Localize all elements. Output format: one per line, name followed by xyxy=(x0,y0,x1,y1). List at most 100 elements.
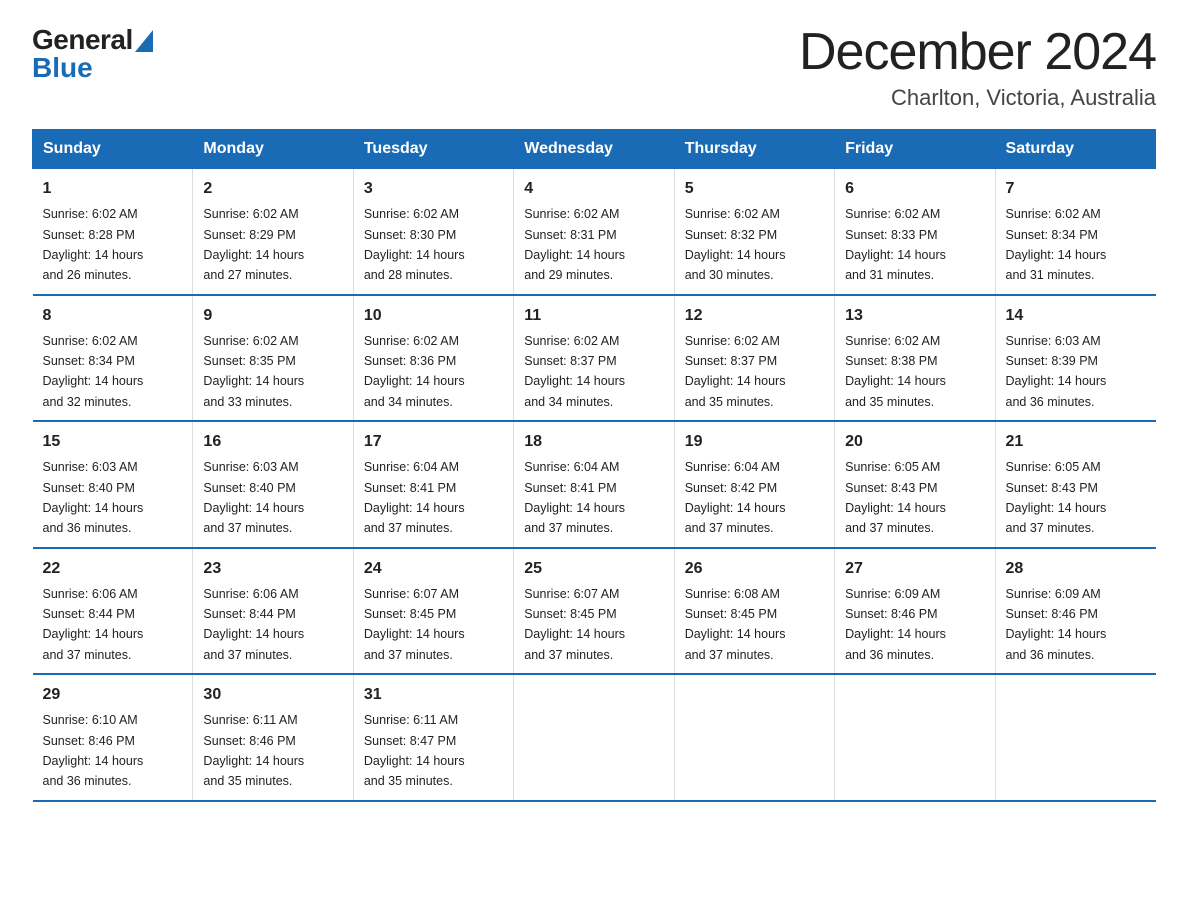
day-number: 7 xyxy=(1006,177,1146,201)
day-number: 26 xyxy=(685,557,824,581)
calendar-cell: 25 Sunrise: 6:07 AMSunset: 8:45 PMDaylig… xyxy=(514,548,674,675)
week-row-2: 8 Sunrise: 6:02 AMSunset: 8:34 PMDayligh… xyxy=(33,295,1156,422)
calendar-cell: 31 Sunrise: 6:11 AMSunset: 8:47 PMDaylig… xyxy=(353,674,513,801)
calendar-cell: 18 Sunrise: 6:04 AMSunset: 8:41 PMDaylig… xyxy=(514,421,674,548)
page-header: General Blue December 2024 Charlton, Vic… xyxy=(32,24,1156,111)
day-info: Sunrise: 6:02 AMSunset: 8:28 PMDaylight:… xyxy=(43,207,144,282)
header-thursday: Thursday xyxy=(674,130,834,169)
day-info: Sunrise: 6:04 AMSunset: 8:41 PMDaylight:… xyxy=(364,460,465,535)
calendar-cell: 24 Sunrise: 6:07 AMSunset: 8:45 PMDaylig… xyxy=(353,548,513,675)
calendar-cell: 11 Sunrise: 6:02 AMSunset: 8:37 PMDaylig… xyxy=(514,295,674,422)
day-info: Sunrise: 6:04 AMSunset: 8:41 PMDaylight:… xyxy=(524,460,625,535)
calendar-table: SundayMondayTuesdayWednesdayThursdayFrid… xyxy=(32,129,1156,802)
day-info: Sunrise: 6:02 AMSunset: 8:34 PMDaylight:… xyxy=(43,334,144,409)
day-info: Sunrise: 6:02 AMSunset: 8:33 PMDaylight:… xyxy=(845,207,946,282)
day-info: Sunrise: 6:02 AMSunset: 8:37 PMDaylight:… xyxy=(524,334,625,409)
logo: General Blue xyxy=(32,24,153,84)
header-saturday: Saturday xyxy=(995,130,1155,169)
day-info: Sunrise: 6:05 AMSunset: 8:43 PMDaylight:… xyxy=(1006,460,1107,535)
calendar-cell: 5 Sunrise: 6:02 AMSunset: 8:32 PMDayligh… xyxy=(674,169,834,295)
day-info: Sunrise: 6:07 AMSunset: 8:45 PMDaylight:… xyxy=(364,587,465,662)
day-number: 14 xyxy=(1006,304,1146,328)
day-number: 1 xyxy=(43,177,183,201)
calendar-cell: 4 Sunrise: 6:02 AMSunset: 8:31 PMDayligh… xyxy=(514,169,674,295)
day-number: 4 xyxy=(524,177,663,201)
day-info: Sunrise: 6:04 AMSunset: 8:42 PMDaylight:… xyxy=(685,460,786,535)
calendar-cell: 3 Sunrise: 6:02 AMSunset: 8:30 PMDayligh… xyxy=(353,169,513,295)
header-sunday: Sunday xyxy=(33,130,193,169)
week-row-5: 29 Sunrise: 6:10 AMSunset: 8:46 PMDaylig… xyxy=(33,674,1156,801)
calendar-header-row: SundayMondayTuesdayWednesdayThursdayFrid… xyxy=(33,130,1156,169)
title-block: December 2024 Charlton, Victoria, Austra… xyxy=(799,24,1156,111)
day-info: Sunrise: 6:09 AMSunset: 8:46 PMDaylight:… xyxy=(1006,587,1107,662)
day-info: Sunrise: 6:02 AMSunset: 8:29 PMDaylight:… xyxy=(203,207,304,282)
day-info: Sunrise: 6:02 AMSunset: 8:35 PMDaylight:… xyxy=(203,334,304,409)
week-row-4: 22 Sunrise: 6:06 AMSunset: 8:44 PMDaylig… xyxy=(33,548,1156,675)
day-info: Sunrise: 6:05 AMSunset: 8:43 PMDaylight:… xyxy=(845,460,946,535)
day-info: Sunrise: 6:02 AMSunset: 8:34 PMDaylight:… xyxy=(1006,207,1107,282)
day-number: 20 xyxy=(845,430,984,454)
day-info: Sunrise: 6:02 AMSunset: 8:30 PMDaylight:… xyxy=(364,207,465,282)
day-info: Sunrise: 6:03 AMSunset: 8:39 PMDaylight:… xyxy=(1006,334,1107,409)
calendar-cell: 17 Sunrise: 6:04 AMSunset: 8:41 PMDaylig… xyxy=(353,421,513,548)
day-info: Sunrise: 6:10 AMSunset: 8:46 PMDaylight:… xyxy=(43,713,144,788)
calendar-title: December 2024 xyxy=(799,24,1156,81)
header-wednesday: Wednesday xyxy=(514,130,674,169)
calendar-cell: 7 Sunrise: 6:02 AMSunset: 8:34 PMDayligh… xyxy=(995,169,1155,295)
calendar-cell: 9 Sunrise: 6:02 AMSunset: 8:35 PMDayligh… xyxy=(193,295,353,422)
day-number: 22 xyxy=(43,557,183,581)
day-info: Sunrise: 6:08 AMSunset: 8:45 PMDaylight:… xyxy=(685,587,786,662)
day-number: 11 xyxy=(524,304,663,328)
header-tuesday: Tuesday xyxy=(353,130,513,169)
calendar-cell xyxy=(835,674,995,801)
calendar-cell: 12 Sunrise: 6:02 AMSunset: 8:37 PMDaylig… xyxy=(674,295,834,422)
day-info: Sunrise: 6:02 AMSunset: 8:36 PMDaylight:… xyxy=(364,334,465,409)
day-number: 12 xyxy=(685,304,824,328)
calendar-cell: 30 Sunrise: 6:11 AMSunset: 8:46 PMDaylig… xyxy=(193,674,353,801)
day-info: Sunrise: 6:03 AMSunset: 8:40 PMDaylight:… xyxy=(43,460,144,535)
day-number: 13 xyxy=(845,304,984,328)
calendar-cell xyxy=(514,674,674,801)
day-number: 8 xyxy=(43,304,183,328)
calendar-cell: 10 Sunrise: 6:02 AMSunset: 8:36 PMDaylig… xyxy=(353,295,513,422)
week-row-1: 1 Sunrise: 6:02 AMSunset: 8:28 PMDayligh… xyxy=(33,169,1156,295)
day-number: 3 xyxy=(364,177,503,201)
day-info: Sunrise: 6:02 AMSunset: 8:37 PMDaylight:… xyxy=(685,334,786,409)
day-number: 21 xyxy=(1006,430,1146,454)
day-info: Sunrise: 6:06 AMSunset: 8:44 PMDaylight:… xyxy=(43,587,144,662)
calendar-cell: 16 Sunrise: 6:03 AMSunset: 8:40 PMDaylig… xyxy=(193,421,353,548)
calendar-cell: 13 Sunrise: 6:02 AMSunset: 8:38 PMDaylig… xyxy=(835,295,995,422)
day-number: 31 xyxy=(364,683,503,707)
calendar-cell: 15 Sunrise: 6:03 AMSunset: 8:40 PMDaylig… xyxy=(33,421,193,548)
day-info: Sunrise: 6:07 AMSunset: 8:45 PMDaylight:… xyxy=(524,587,625,662)
calendar-cell: 14 Sunrise: 6:03 AMSunset: 8:39 PMDaylig… xyxy=(995,295,1155,422)
day-number: 30 xyxy=(203,683,342,707)
day-info: Sunrise: 6:11 AMSunset: 8:47 PMDaylight:… xyxy=(364,713,465,788)
day-info: Sunrise: 6:03 AMSunset: 8:40 PMDaylight:… xyxy=(203,460,304,535)
day-number: 19 xyxy=(685,430,824,454)
calendar-cell: 23 Sunrise: 6:06 AMSunset: 8:44 PMDaylig… xyxy=(193,548,353,675)
calendar-cell: 26 Sunrise: 6:08 AMSunset: 8:45 PMDaylig… xyxy=(674,548,834,675)
header-monday: Monday xyxy=(193,130,353,169)
day-number: 17 xyxy=(364,430,503,454)
day-number: 16 xyxy=(203,430,342,454)
day-number: 5 xyxy=(685,177,824,201)
day-number: 29 xyxy=(43,683,183,707)
day-info: Sunrise: 6:02 AMSunset: 8:32 PMDaylight:… xyxy=(685,207,786,282)
logo-blue-text: Blue xyxy=(32,52,93,84)
calendar-cell xyxy=(674,674,834,801)
day-number: 6 xyxy=(845,177,984,201)
day-number: 25 xyxy=(524,557,663,581)
calendar-cell: 19 Sunrise: 6:04 AMSunset: 8:42 PMDaylig… xyxy=(674,421,834,548)
day-number: 18 xyxy=(524,430,663,454)
calendar-cell: 8 Sunrise: 6:02 AMSunset: 8:34 PMDayligh… xyxy=(33,295,193,422)
day-info: Sunrise: 6:06 AMSunset: 8:44 PMDaylight:… xyxy=(203,587,304,662)
logo-arrow-icon xyxy=(135,30,153,52)
day-info: Sunrise: 6:11 AMSunset: 8:46 PMDaylight:… xyxy=(203,713,304,788)
calendar-cell xyxy=(995,674,1155,801)
calendar-cell: 1 Sunrise: 6:02 AMSunset: 8:28 PMDayligh… xyxy=(33,169,193,295)
week-row-3: 15 Sunrise: 6:03 AMSunset: 8:40 PMDaylig… xyxy=(33,421,1156,548)
day-number: 24 xyxy=(364,557,503,581)
day-info: Sunrise: 6:02 AMSunset: 8:31 PMDaylight:… xyxy=(524,207,625,282)
calendar-cell: 28 Sunrise: 6:09 AMSunset: 8:46 PMDaylig… xyxy=(995,548,1155,675)
